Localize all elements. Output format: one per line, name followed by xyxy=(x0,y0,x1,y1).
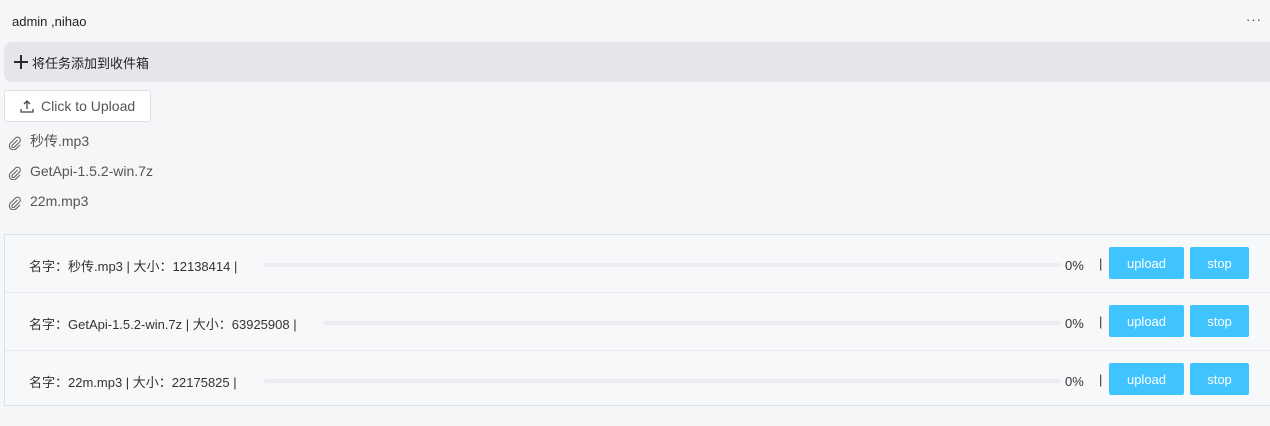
task-row: 名字：22m.mp3 | 大小：22175825 | 0% | upload s… xyxy=(5,351,1270,408)
progress-bar xyxy=(263,263,1061,267)
upload-button[interactable]: upload xyxy=(1109,247,1184,279)
separator: | xyxy=(1099,372,1103,387)
progress-percent: 0% xyxy=(1065,258,1084,273)
stop-button[interactable]: stop xyxy=(1190,247,1249,279)
upload-button[interactable]: upload xyxy=(1109,363,1184,395)
task-row: 名字：GetApi-1.5.2-win.7z | 大小：63925908 | 0… xyxy=(5,293,1270,351)
more-options-button[interactable]: ··· xyxy=(1246,12,1262,27)
progress-bar xyxy=(323,321,1061,325)
user-greeting: admin ,nihao xyxy=(12,14,87,29)
upload-task-panel: 名字：秒传.mp3 | 大小：12138414 | 0% | upload st… xyxy=(4,234,1270,406)
file-name: GetApi-1.5.2-win.7z xyxy=(30,163,153,179)
upload-page: admin ,nihao ··· 将任务添加到收件箱 Click to Uplo… xyxy=(0,0,1270,426)
click-to-upload-button[interactable]: Click to Upload xyxy=(4,90,151,122)
task-info: 名字：22m.mp3 | 大小：22175825 | xyxy=(29,375,237,390)
add-task-button[interactable]: 将任务添加到收件箱 xyxy=(4,42,1270,82)
upload-button[interactable]: upload xyxy=(1109,305,1184,337)
file-list-item[interactable]: GetApi-1.5.2-win.7z xyxy=(8,156,153,186)
paperclip-icon xyxy=(8,166,21,180)
file-list-item[interactable]: 秒传.mp3 xyxy=(8,126,153,156)
progress-bar xyxy=(263,379,1061,383)
separator: | xyxy=(1099,256,1103,271)
upload-icon xyxy=(20,100,34,113)
header: admin ,nihao ··· xyxy=(0,0,1270,44)
selected-file-list: 秒传.mp3 GetApi-1.5.2-win.7z 22m.mp3 xyxy=(8,126,153,216)
paperclip-icon xyxy=(8,196,21,210)
separator: | xyxy=(1099,314,1103,329)
upload-button-label: Click to Upload xyxy=(41,98,136,114)
task-row: 名字：秒传.mp3 | 大小：12138414 | 0% | upload st… xyxy=(5,235,1270,293)
stop-button[interactable]: stop xyxy=(1190,363,1249,395)
file-name: 22m.mp3 xyxy=(30,193,89,209)
stop-button[interactable]: stop xyxy=(1190,305,1249,337)
progress-percent: 0% xyxy=(1065,316,1084,331)
progress-percent: 0% xyxy=(1065,374,1084,389)
file-list-item[interactable]: 22m.mp3 xyxy=(8,186,153,216)
plus-icon xyxy=(14,55,28,69)
file-name: 秒传.mp3 xyxy=(30,133,90,149)
task-info: 名字：GetApi-1.5.2-win.7z | 大小：63925908 | xyxy=(29,317,297,332)
paperclip-icon xyxy=(8,136,21,150)
add-task-label: 将任务添加到收件箱 xyxy=(32,55,150,71)
task-info: 名字：秒传.mp3 | 大小：12138414 | xyxy=(29,259,238,274)
